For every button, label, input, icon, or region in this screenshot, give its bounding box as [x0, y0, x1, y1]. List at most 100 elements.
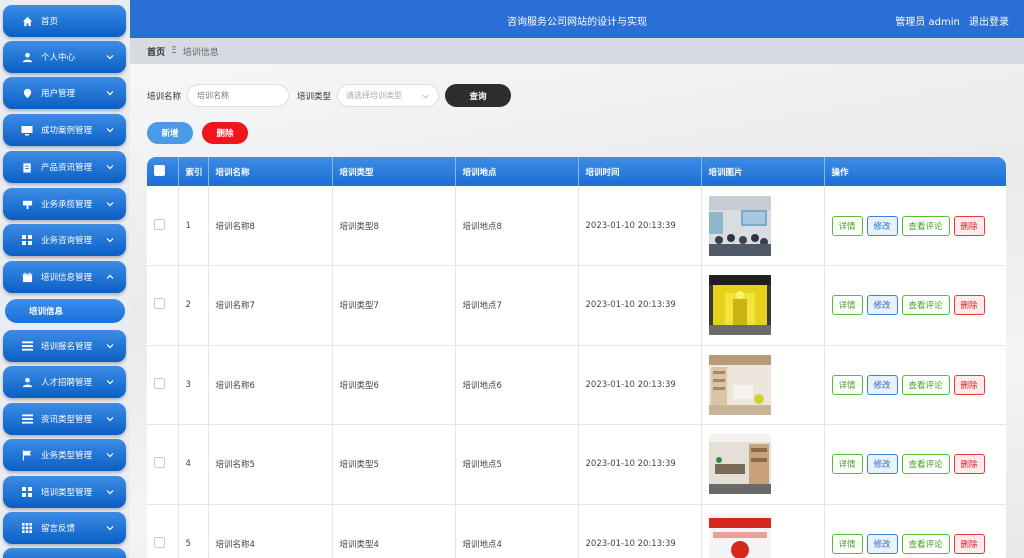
delete-button[interactable]: 删除	[953, 215, 985, 236]
detail-button[interactable]: 详情	[831, 454, 863, 475]
view-comments-button[interactable]: 查看评论	[901, 533, 950, 554]
batch-delete-button[interactable]: 删除	[202, 122, 248, 144]
sidebar-item-home[interactable]: 首页	[3, 5, 126, 37]
home-icon	[21, 15, 33, 27]
cell-type: 培训类型7	[332, 265, 456, 346]
grid-icon	[21, 234, 33, 246]
cell-name: 培训名称7	[208, 265, 333, 346]
desk-icon	[21, 198, 33, 210]
view-comments-button[interactable]: 查看评论	[901, 215, 950, 236]
sidebar-item-label: 个人中心	[41, 53, 76, 63]
cell-time: 2023-01-10 20:13:39	[578, 424, 702, 505]
sidebar-item-training-signup[interactable]: 培训报名管理	[3, 330, 126, 362]
table-header-row: 索引 培训名称 培训类型 培训地点 培训时间 培训图片 操作	[147, 157, 1006, 186]
delete-button[interactable]: 删除	[953, 295, 985, 316]
cell-type: 培训类型6	[332, 345, 456, 425]
cell-actions: 详情 修改 查看评论 删除	[824, 265, 1006, 346]
training-type-select[interactable]: 请选择培训类型	[337, 84, 440, 107]
sidebar-item-more[interactable]	[3, 548, 126, 558]
admin-user-label[interactable]: 管理员 admin	[895, 17, 960, 28]
add-button[interactable]: 新增	[147, 122, 193, 144]
edit-button[interactable]: 修改	[866, 215, 898, 236]
sidebar-item-business-type[interactable]: 业务类型管理	[3, 439, 126, 471]
delete-button[interactable]: 删除	[953, 374, 985, 395]
cell-place: 培训地点8	[455, 186, 579, 266]
classroom-photo[interactable]	[708, 195, 771, 256]
cell-actions: 详情 修改 查看评论 删除	[824, 186, 1006, 266]
search-bar: 培训名称 培训类型 请选择培训类型 查询	[147, 84, 512, 107]
row-checkbox[interactable]	[154, 218, 165, 230]
sidebar-item-news-type[interactable]: 资讯类型管理	[3, 403, 126, 435]
sidebar-item-label: 首页	[41, 17, 59, 27]
select-all-checkbox[interactable]	[154, 164, 165, 176]
sidebar-item-training-info[interactable]: 培训信息管理	[3, 261, 126, 293]
sidebar-item-business-contract[interactable]: 业务承揽管理	[3, 188, 126, 220]
sidebar-item-cases[interactable]: 成功案例管理	[3, 114, 126, 146]
logout-link[interactable]: 退出登录	[969, 17, 1009, 28]
query-button[interactable]: 查询	[445, 84, 512, 107]
yellow-hall-photo[interactable]	[708, 275, 771, 336]
sidebar-item-profile[interactable]: 个人中心	[3, 41, 126, 73]
cell-name: 培训名称8	[208, 186, 333, 266]
view-comments-button[interactable]: 查看评论	[901, 454, 950, 475]
row-checkbox[interactable]	[154, 457, 165, 469]
detail-button[interactable]: 详情	[831, 295, 863, 316]
sidebar-item-recruitment[interactable]: 人才招聘管理	[3, 366, 126, 398]
red-banner-photo[interactable]	[708, 513, 771, 558]
delete-button[interactable]: 删除	[953, 533, 985, 554]
chevron-down-icon	[106, 526, 114, 531]
edit-button[interactable]: 修改	[866, 295, 898, 316]
chevron-down-icon	[106, 128, 114, 133]
sidebar-item-training-type[interactable]: 培训类型管理	[3, 476, 126, 508]
chevron-down-icon	[106, 417, 114, 422]
sidebar-subitem-training-info[interactable]: 培训信息	[5, 299, 125, 323]
sidebar-item-feedback[interactable]: 留言反馈	[3, 512, 126, 544]
meeting-room-photo[interactable]	[708, 434, 771, 495]
sidebar-item-label: 留言反馈	[41, 524, 76, 534]
detail-button[interactable]: 详情	[831, 374, 863, 395]
sidebar-item-news[interactable]: 产品资讯管理	[3, 151, 126, 183]
edit-button[interactable]: 修改	[866, 374, 898, 395]
chevron-down-icon	[422, 94, 429, 99]
edit-button[interactable]: 修改	[866, 533, 898, 554]
training-table: 索引 培训名称 培训类型 培训地点 培训时间 培训图片 操作 1 培训名称8 培…	[147, 157, 1006, 558]
sidebar-item-label: 业务承揽管理	[41, 200, 93, 210]
row-checkbox[interactable]	[154, 298, 165, 310]
sidebar-item-label: 用户管理	[41, 89, 76, 99]
cell-type: 培训类型5	[332, 424, 456, 505]
chevron-down-icon	[106, 55, 114, 60]
sidebar-item-users[interactable]: 用户管理	[3, 77, 126, 109]
breadcrumb-home[interactable]: 首页	[147, 45, 165, 58]
list-icon	[21, 340, 33, 352]
chevron-down-icon	[106, 453, 114, 458]
training-name-label: 培训名称	[147, 91, 182, 102]
detail-button[interactable]: 详情	[831, 533, 863, 554]
table-row: 3 培训名称6 培训类型6 培训地点6 2023-01-10 20:13:39	[147, 345, 1006, 425]
cell-image	[701, 186, 825, 266]
office-photo[interactable]	[708, 354, 771, 415]
breadcrumb-separator: Ξ	[171, 46, 177, 56]
edit-button[interactable]: 修改	[866, 454, 898, 475]
cell-image	[701, 265, 825, 346]
cell-image	[701, 424, 825, 505]
view-comments-button[interactable]: 查看评论	[901, 374, 950, 395]
cell-time: 2023-01-10 20:13:39	[578, 345, 702, 425]
monitor-icon	[21, 124, 33, 136]
row-select-cell	[147, 504, 179, 558]
delete-button[interactable]: 删除	[953, 454, 985, 475]
view-comments-button[interactable]: 查看评论	[901, 295, 950, 316]
cell-image	[701, 345, 825, 425]
column-header-name: 培训名称	[208, 157, 333, 186]
main-content: 培训名称 培训类型 请选择培训类型 查询 新增 删除 索引 培训名称 培训类型 …	[130, 64, 1024, 558]
row-checkbox[interactable]	[154, 536, 165, 548]
cell-actions: 详情 修改 查看评论 删除	[824, 504, 1006, 558]
cell-image	[701, 504, 825, 558]
cell-place: 培训地点4	[455, 504, 579, 558]
chevron-up-icon	[106, 274, 114, 279]
row-checkbox[interactable]	[154, 377, 165, 389]
cell-index: 1	[178, 186, 209, 266]
sidebar-item-business-consult[interactable]: 业务咨询管理	[3, 224, 126, 256]
cell-index: 4	[178, 424, 209, 505]
detail-button[interactable]: 详情	[831, 215, 863, 236]
training-name-input[interactable]	[187, 84, 290, 107]
